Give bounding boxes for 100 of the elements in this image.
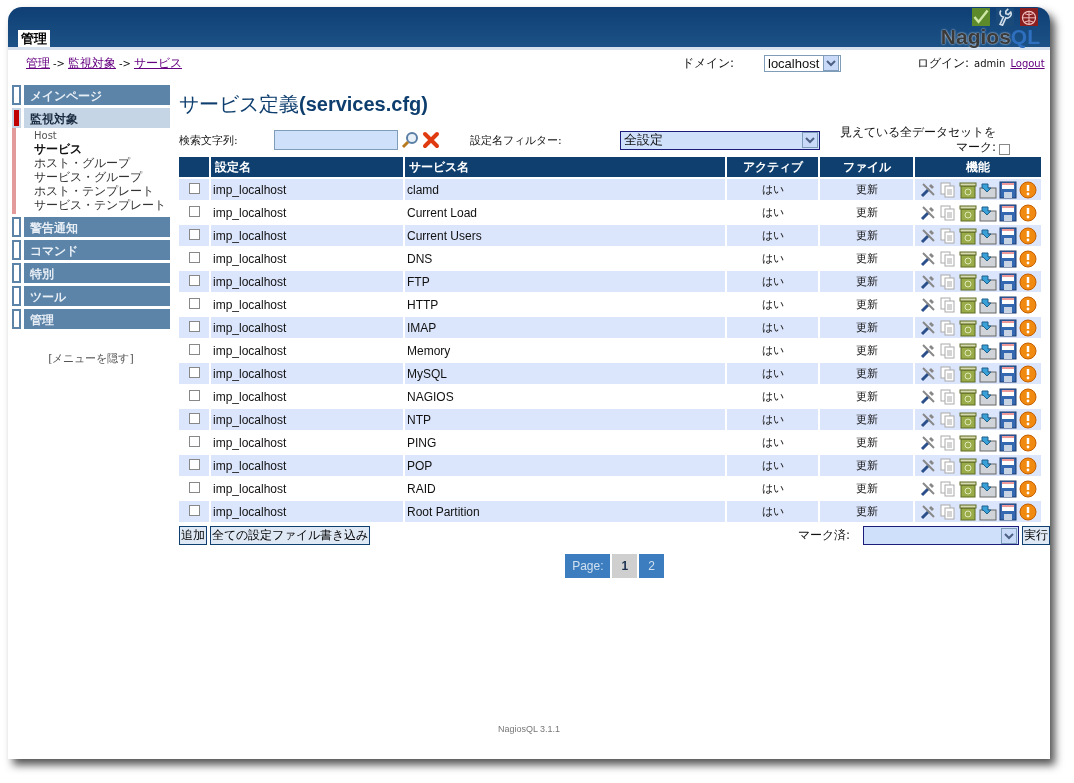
download-icon[interactable] — [979, 341, 997, 360]
download-icon[interactable] — [979, 410, 997, 429]
edit-tools-icon[interactable] — [919, 410, 937, 429]
warning-icon[interactable] — [1019, 433, 1037, 452]
trash-icon[interactable] — [959, 180, 977, 199]
add-button[interactable]: 追加 — [179, 526, 207, 545]
submenu-item[interactable]: Host — [34, 129, 170, 142]
trash-icon[interactable] — [959, 249, 977, 268]
download-icon[interactable] — [979, 180, 997, 199]
marked-select[interactable] — [863, 526, 1019, 545]
row-checkbox[interactable] — [188, 412, 200, 424]
edit-tools-icon[interactable] — [919, 387, 937, 406]
filter-select[interactable]: 全設定 — [620, 130, 820, 150]
breadcrumb-link[interactable]: サービス — [134, 54, 182, 72]
download-icon[interactable] — [979, 203, 997, 222]
warning-icon[interactable] — [1019, 249, 1037, 268]
edit-tools-icon[interactable] — [919, 203, 937, 222]
download-icon[interactable] — [979, 364, 997, 383]
save-icon[interactable] — [999, 433, 1017, 452]
edit-tools-icon[interactable] — [919, 318, 937, 337]
warning-icon[interactable] — [1019, 318, 1037, 337]
download-icon[interactable] — [979, 226, 997, 245]
download-icon[interactable] — [979, 387, 997, 406]
trash-icon[interactable] — [959, 203, 977, 222]
save-icon[interactable] — [999, 341, 1017, 360]
warning-icon[interactable] — [1019, 203, 1037, 222]
submenu-item[interactable]: ホスト・テンプレート — [34, 184, 170, 198]
row-checkbox[interactable] — [188, 205, 200, 217]
trash-icon[interactable] — [959, 226, 977, 245]
edit-tools-icon[interactable] — [919, 341, 937, 360]
save-icon[interactable] — [999, 479, 1017, 498]
trash-icon[interactable] — [959, 364, 977, 383]
nav-tab[interactable]: 管理 — [18, 30, 50, 47]
warning-icon[interactable] — [1019, 364, 1037, 383]
save-icon[interactable] — [999, 387, 1017, 406]
row-checkbox[interactable] — [188, 458, 200, 470]
warning-icon[interactable] — [1019, 180, 1037, 199]
submenu-item[interactable]: サービス・グループ — [34, 170, 170, 184]
trash-icon[interactable] — [959, 272, 977, 291]
edit-tools-icon[interactable] — [919, 249, 937, 268]
trash-icon[interactable] — [959, 341, 977, 360]
clear-icon[interactable] — [422, 131, 440, 149]
run-button[interactable]: 実行 — [1022, 526, 1050, 545]
search-field[interactable] — [274, 130, 398, 150]
submenu-item[interactable]: サービス・テンプレート — [34, 198, 170, 212]
breadcrumb-link[interactable]: 管理 — [26, 54, 50, 72]
warning-icon[interactable] — [1019, 387, 1037, 406]
save-icon[interactable] — [999, 295, 1017, 314]
edit-tools-icon[interactable] — [919, 226, 937, 245]
download-icon[interactable] — [979, 479, 997, 498]
row-checkbox[interactable] — [188, 251, 200, 263]
save-icon[interactable] — [999, 318, 1017, 337]
warning-icon[interactable] — [1019, 410, 1037, 429]
row-checkbox[interactable] — [188, 481, 200, 493]
row-checkbox[interactable] — [188, 504, 200, 516]
trash-icon[interactable] — [959, 387, 977, 406]
trash-icon[interactable] — [959, 456, 977, 475]
warning-icon[interactable] — [1019, 341, 1037, 360]
trash-icon[interactable] — [959, 433, 977, 452]
edit-tools-icon[interactable] — [919, 502, 937, 521]
search-icon[interactable] — [401, 131, 419, 149]
trash-icon[interactable] — [959, 295, 977, 314]
row-checkbox[interactable] — [188, 228, 200, 240]
edit-tools-icon[interactable] — [919, 479, 937, 498]
row-checkbox[interactable] — [188, 435, 200, 447]
download-icon[interactable] — [979, 502, 997, 521]
edit-tools-icon[interactable] — [919, 295, 937, 314]
warning-icon[interactable] — [1019, 502, 1037, 521]
hide-menu-link[interactable]: [メニューを隠す] — [48, 351, 134, 366]
row-checkbox[interactable] — [188, 366, 200, 378]
warning-icon[interactable] — [1019, 479, 1037, 498]
row-checkbox[interactable] — [188, 343, 200, 355]
warning-icon[interactable] — [1019, 272, 1037, 291]
download-icon[interactable] — [979, 318, 997, 337]
warning-icon[interactable] — [1019, 295, 1037, 314]
row-checkbox[interactable] — [188, 274, 200, 286]
logout-link[interactable]: Logout — [1010, 57, 1045, 69]
row-checkbox[interactable] — [188, 389, 200, 401]
row-checkbox[interactable] — [188, 320, 200, 332]
edit-tools-icon[interactable] — [919, 364, 937, 383]
submenu-item[interactable]: サービス — [34, 142, 170, 156]
row-checkbox[interactable] — [188, 297, 200, 309]
sidebar-item[interactable]: 監視対象 — [24, 108, 170, 128]
row-checkbox[interactable] — [188, 182, 200, 194]
mark-all-checkbox[interactable] — [999, 144, 1010, 155]
warning-icon[interactable] — [1019, 226, 1037, 245]
download-icon[interactable] — [979, 456, 997, 475]
save-icon[interactable] — [999, 272, 1017, 291]
download-icon[interactable] — [979, 249, 997, 268]
domain-select[interactable]: localhost — [764, 54, 841, 72]
save-icon[interactable] — [999, 410, 1017, 429]
download-icon[interactable] — [979, 272, 997, 291]
warning-icon[interactable] — [1019, 456, 1037, 475]
submenu-item[interactable]: ホスト・グループ — [34, 156, 170, 170]
breadcrumb-link[interactable]: 監視対象 — [68, 54, 116, 72]
save-icon[interactable] — [999, 180, 1017, 199]
save-icon[interactable] — [999, 456, 1017, 475]
edit-tools-icon[interactable] — [919, 433, 937, 452]
trash-icon[interactable] — [959, 479, 977, 498]
edit-tools-icon[interactable] — [919, 456, 937, 475]
